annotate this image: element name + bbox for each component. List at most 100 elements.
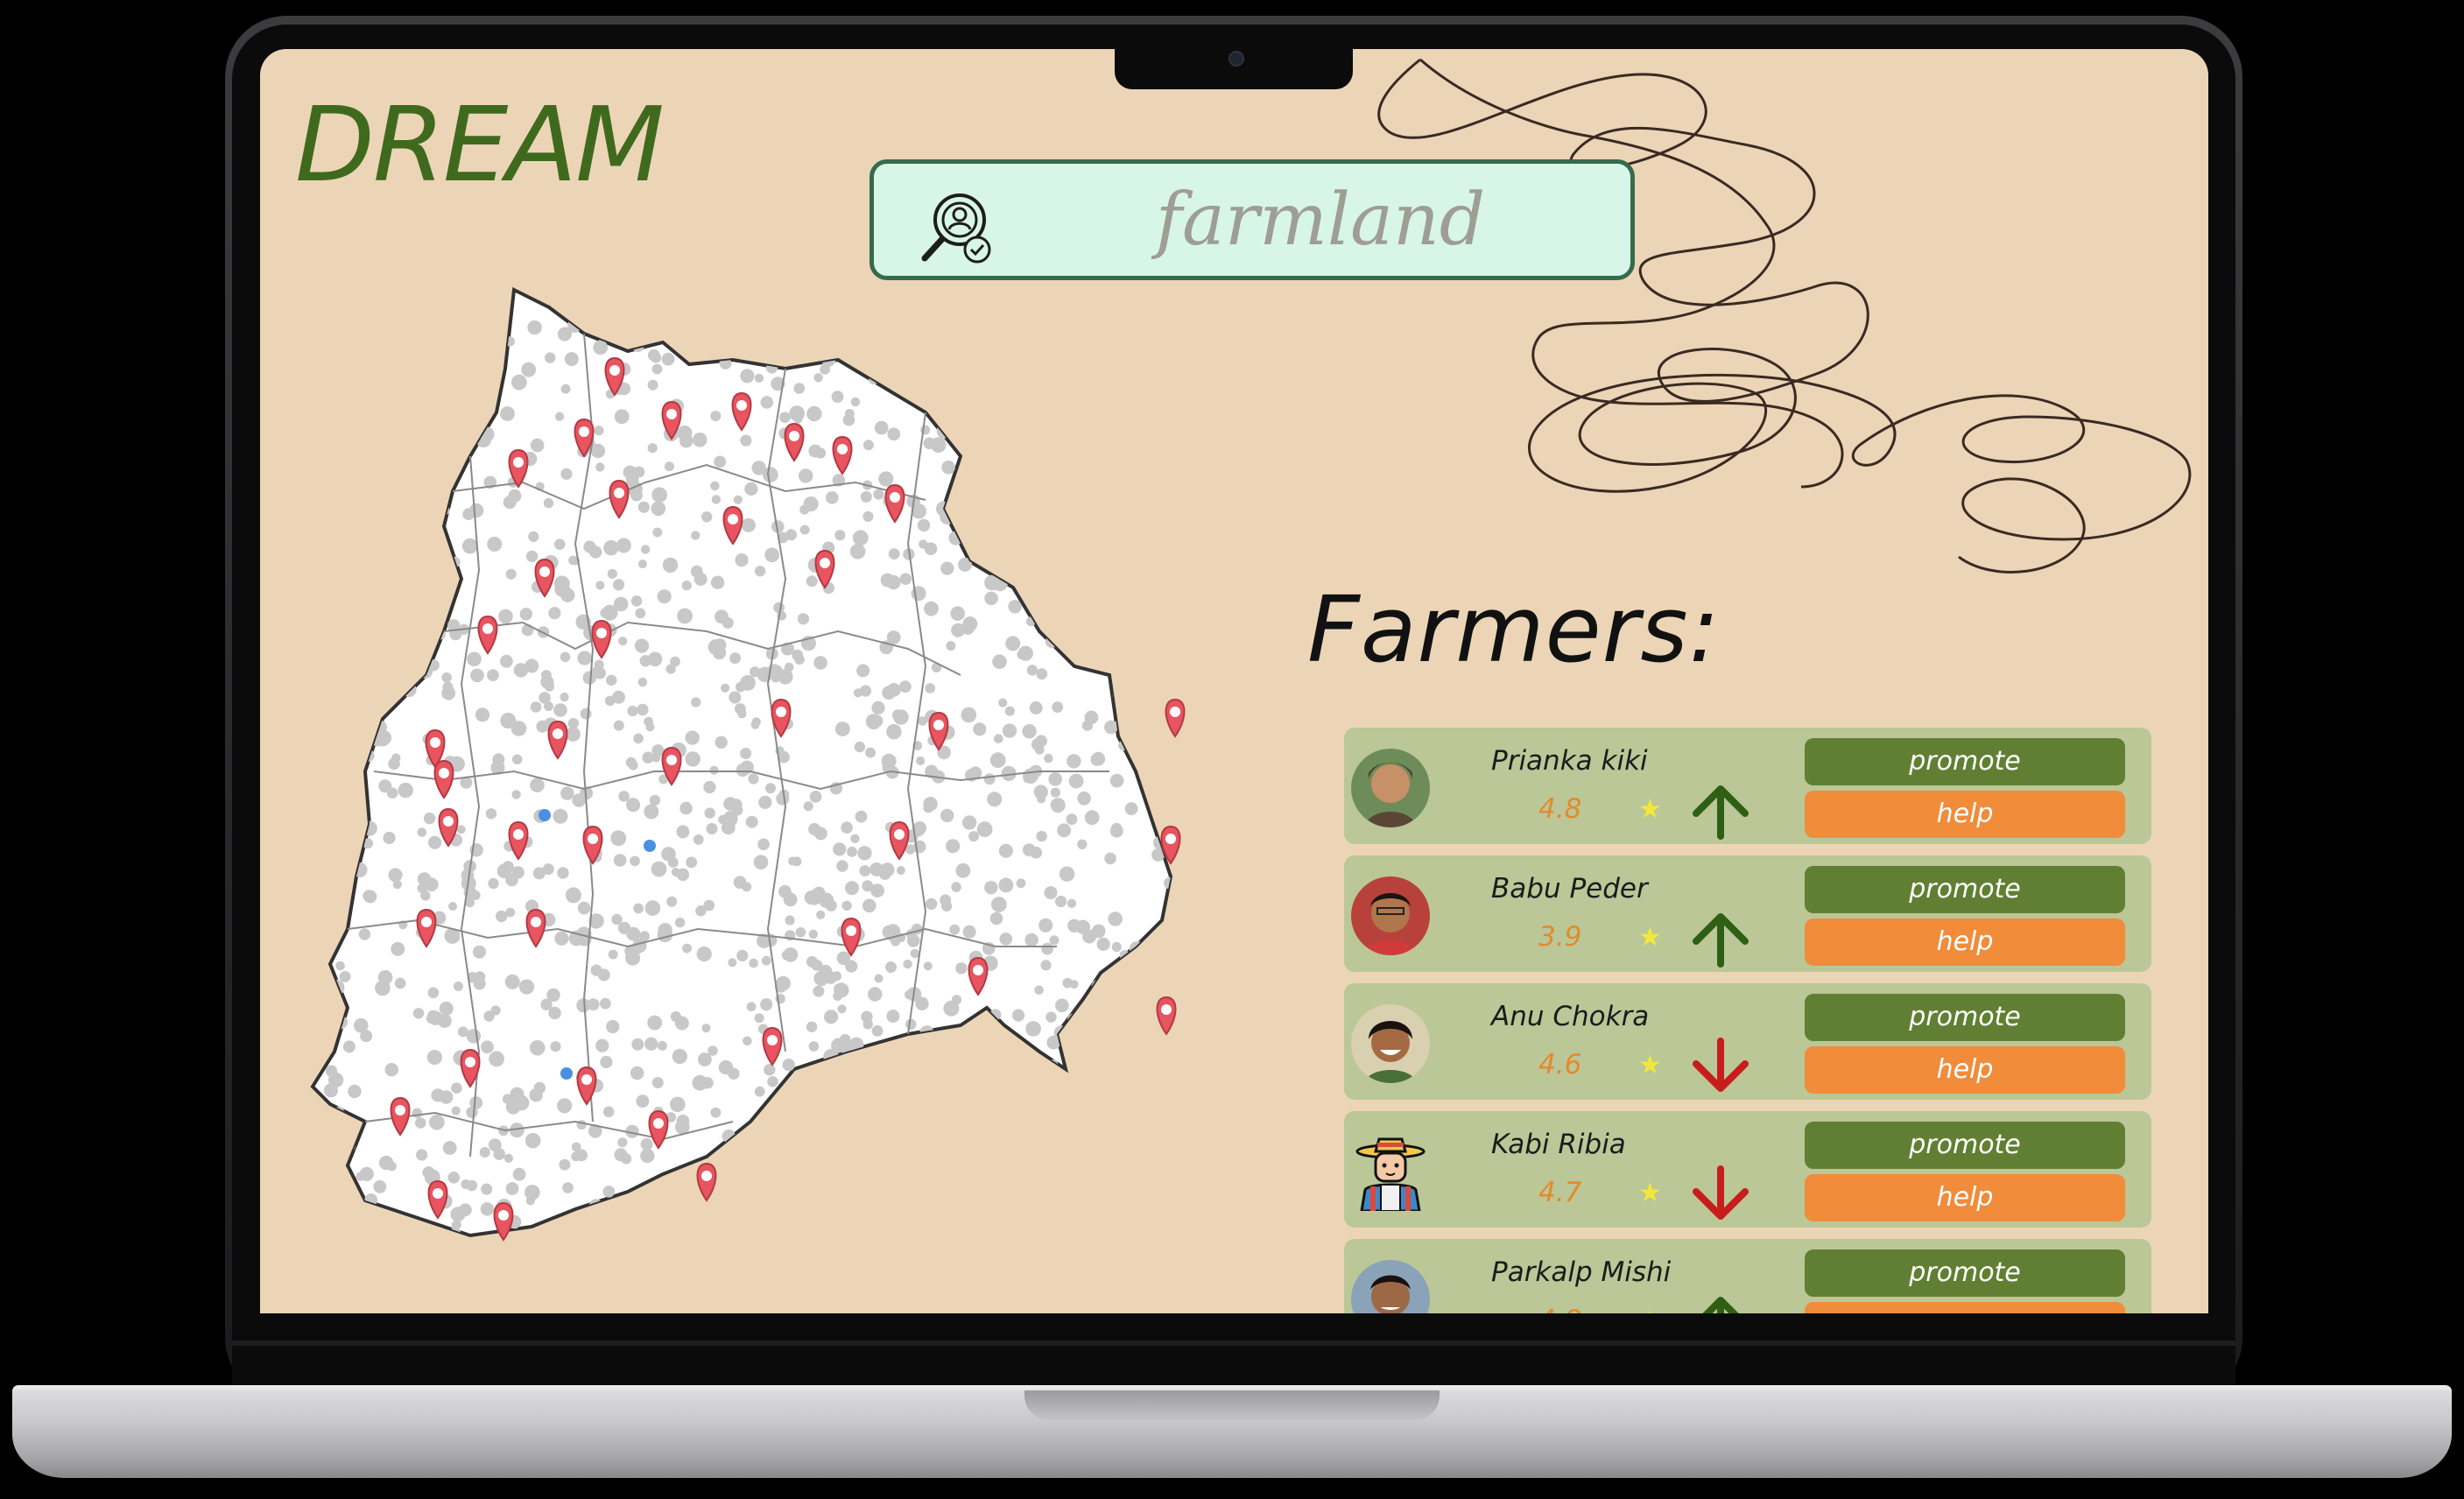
map-dot	[844, 409, 855, 419]
map-dot	[391, 941, 405, 956]
map-dot	[608, 949, 618, 960]
map-dot	[1074, 499, 1088, 514]
map-dot	[513, 1094, 530, 1111]
map-dot	[313, 1200, 319, 1213]
map-dot	[1081, 539, 1098, 556]
map-dot	[1000, 384, 1014, 398]
map-dot	[323, 689, 336, 702]
map-dot	[797, 1207, 809, 1219]
map-dot	[465, 384, 482, 400]
promote-button[interactable]: promote	[1805, 1122, 2125, 1169]
map-dot	[631, 1038, 644, 1051]
map-dot	[319, 864, 330, 876]
map-dot	[1072, 398, 1082, 409]
map-dot	[434, 476, 446, 487]
map-dot	[1128, 299, 1144, 315]
map-dot	[385, 451, 397, 462]
promote-button[interactable]: promote	[1805, 1249, 2125, 1297]
map-pin-icon[interactable]	[696, 1162, 717, 1202]
map-pin-icon[interactable]	[1156, 996, 1177, 1036]
map-dot	[390, 311, 404, 326]
search-bar[interactable]: farmland	[869, 159, 1635, 280]
map-dot	[968, 290, 983, 292]
map-dot	[1159, 939, 1171, 951]
search-input[interactable]: farmland	[1049, 181, 1592, 260]
help-button[interactable]: help	[1805, 1302, 2125, 1313]
map-dot	[500, 406, 515, 421]
map-dot	[715, 609, 729, 624]
map-dot	[1034, 985, 1044, 995]
map-dot	[366, 492, 380, 506]
map-dot	[386, 787, 398, 799]
map-dot	[1055, 1199, 1071, 1214]
map-dot	[540, 670, 552, 681]
map-dot	[512, 1167, 526, 1181]
map-dot	[683, 1223, 695, 1235]
map-dot	[398, 559, 411, 572]
map-dot	[973, 722, 987, 736]
map-dot	[1096, 281, 1106, 287]
map-dot	[331, 610, 348, 626]
map-dot	[923, 437, 935, 449]
map-dot	[886, 1010, 900, 1024]
map-dot	[997, 290, 1013, 299]
map-dot	[672, 1048, 687, 1065]
district-map[interactable]	[295, 281, 1241, 1288]
help-button[interactable]: help	[1805, 1046, 2125, 1094]
map-dot	[994, 734, 1003, 743]
map-dot	[330, 1111, 345, 1125]
help-button[interactable]: help	[1805, 918, 2125, 966]
map-dot	[754, 1086, 765, 1097]
map-dot	[788, 1122, 799, 1132]
map-dot	[924, 542, 938, 555]
map-dot	[1072, 450, 1085, 463]
map-dot	[971, 300, 981, 310]
map-dot	[810, 290, 820, 297]
map-dot	[426, 422, 436, 433]
map-dot	[929, 1104, 942, 1117]
map-dot	[910, 948, 920, 959]
promote-button[interactable]: promote	[1805, 738, 2125, 785]
map-dot	[543, 291, 557, 306]
map-dot	[413, 290, 429, 299]
map-dot	[355, 525, 370, 541]
map-dot	[996, 1226, 1010, 1235]
map-dot	[831, 391, 844, 403]
map-dot	[874, 974, 884, 983]
map-dot	[1040, 337, 1050, 348]
map-dot	[753, 855, 769, 869]
map-dot	[996, 449, 1007, 460]
map-dot	[783, 892, 798, 907]
map-dot	[1069, 1232, 1085, 1235]
map-dot	[764, 1235, 778, 1249]
map-dot	[395, 476, 409, 490]
map-dot	[831, 334, 845, 347]
map-dot	[708, 1045, 718, 1056]
map-dot	[920, 342, 936, 358]
map-pin-icon[interactable]	[493, 1201, 514, 1242]
map-dot	[686, 856, 698, 869]
map-dot	[407, 388, 419, 400]
map-dot	[630, 489, 643, 502]
map-dot	[1087, 1097, 1102, 1112]
help-button[interactable]: help	[1805, 1174, 2125, 1221]
map-dot	[295, 1178, 306, 1189]
map-dot	[527, 320, 542, 335]
map-dot	[590, 964, 602, 976]
map-dot	[313, 812, 320, 827]
map-dot	[348, 1084, 362, 1099]
map-dot	[1149, 363, 1163, 377]
map-dot	[761, 301, 772, 313]
map-dot	[492, 753, 505, 766]
promote-button[interactable]: promote	[1805, 866, 2125, 913]
map-dot	[577, 651, 592, 665]
map-dot	[1098, 551, 1109, 561]
promote-button[interactable]: promote	[1805, 994, 2125, 1041]
map-dot	[439, 1001, 454, 1016]
help-button[interactable]: help	[1805, 791, 2125, 838]
map-dot	[383, 831, 396, 845]
map-dot	[1107, 1193, 1119, 1206]
map-dot	[803, 1087, 819, 1103]
map-pin-icon[interactable]	[1165, 698, 1186, 738]
map-dot	[644, 1037, 658, 1051]
